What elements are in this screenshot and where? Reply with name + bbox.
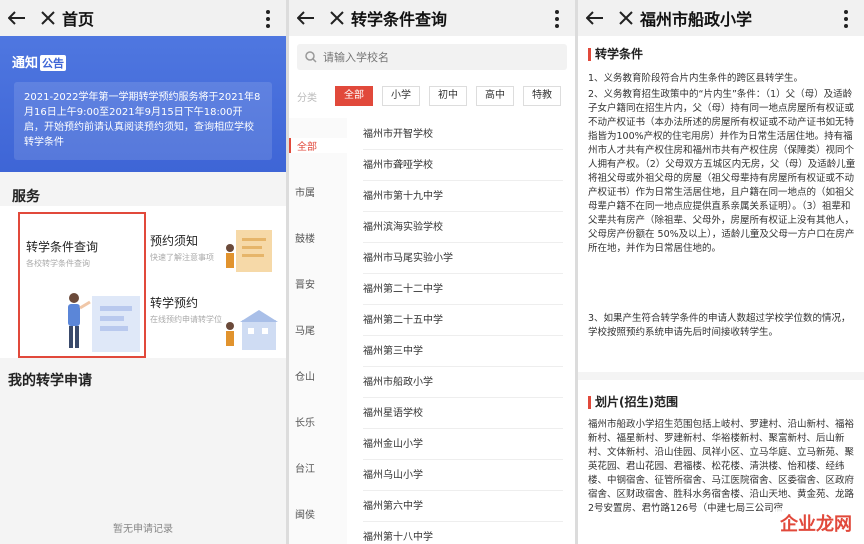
search-bar[interactable] (297, 44, 567, 70)
notice-tag: 公告 (40, 55, 67, 71)
district-item-all[interactable]: 全部 (289, 138, 347, 153)
screenshot-composite: 首页 通知 公告 2021-2022学年第一学期转学预约服务将于2021年8月16… (0, 0, 864, 544)
chip-senior[interactable]: 高中 (476, 86, 514, 106)
close-icon (41, 11, 55, 25)
section-heading: 划片(招生)范围 (588, 396, 678, 409)
service-label: 转学预约 (150, 296, 199, 310)
school-building-illustration-icon (226, 310, 278, 350)
district-item[interactable]: 马尾 (289, 322, 347, 337)
filter-label: 分类 (297, 93, 317, 104)
school-list-item[interactable]: 福州滨海实验学校 (363, 213, 563, 243)
school-list-item[interactable]: 福州乌山小学 (363, 461, 563, 491)
school-list-item[interactable]: 福州市开智学校 (363, 120, 563, 150)
back-button[interactable] (0, 0, 34, 36)
condition-item: 2、义务教育招生政策中的“片内生”条件：（1）父（母）及适龄子女户籍同在招生片内… (588, 89, 856, 254)
school-list-item[interactable]: 福州金山小学 (363, 430, 563, 460)
district-item[interactable]: 鼓楼 (289, 230, 347, 245)
district-item[interactable]: 晋安 (289, 276, 347, 291)
service-sublabel: 在线预约申请转学位 (150, 315, 222, 324)
chip-junior[interactable]: 初中 (429, 86, 467, 106)
condition-item: 1、义务教育阶段符合片内生条件的跨区县转学生。 (588, 73, 804, 84)
page-title: 福州市船政小学 (640, 10, 753, 29)
school-list-item[interactable]: 福州第二十二中学 (363, 275, 563, 305)
watermark-logo: 企业龙网 (774, 508, 858, 538)
document-illustration-icon (226, 230, 272, 272)
close-icon (619, 11, 633, 25)
school-list-item[interactable]: 福州市船政小学 (363, 368, 563, 398)
school-list-item[interactable]: 福州市第十九中学 (363, 182, 563, 212)
transfer-conditions-card: 转学条件 1、义务教育阶段符合片内生条件的跨区县转学生。 2、义务教育招生政策中… (578, 36, 864, 372)
district-item[interactable]: 闽侯 (289, 506, 347, 521)
school-list-item[interactable]: 福州第十八中学 (363, 523, 563, 544)
search-input[interactable] (323, 50, 543, 64)
enrollment-area-text: 福州市船政小学招生范围包括上岐村、罗建村、沿山新村、福裕新村、福星新村、罗建新村… (588, 419, 855, 514)
school-list-item[interactable]: 福州第二十五中学 (363, 306, 563, 336)
district-item[interactable]: 仓山 (289, 368, 347, 383)
district-item[interactable]: 长乐 (289, 414, 347, 429)
arrow-left-icon (586, 11, 603, 25)
chip-all[interactable]: 全部 (335, 86, 373, 106)
more-menu-button[interactable] (842, 8, 850, 28)
service-label: 预约须知 (150, 234, 199, 248)
service-sublabel: 快速了解注意事项 (150, 253, 214, 262)
close-icon (330, 11, 344, 25)
close-button[interactable] (34, 0, 62, 36)
notice-heading: 通知 公告 (12, 52, 67, 71)
condition-item: 3、如果产生符合转学条件的申请人数超过学校学位数的情况，学校按照预约系统申请先后… (588, 313, 851, 338)
more-menu-button[interactable] (553, 8, 561, 28)
top-bar: 福州市船政小学 (578, 0, 864, 36)
service-transfer-conditions[interactable]: 转学条件查询 各校转学条件查询 (18, 212, 146, 358)
back-button[interactable] (289, 0, 323, 36)
arrow-left-icon (297, 11, 314, 25)
service-sublabel: 各校转学条件查询 (26, 259, 90, 268)
school-list-item[interactable]: 福州星语学校 (363, 399, 563, 429)
home-panel: 首页 通知 公告 2021-2022学年第一学期转学预约服务将于2021年8月16… (0, 0, 286, 544)
section-heading: 转学条件 (588, 48, 643, 61)
top-bar: 转学条件查询 (289, 0, 575, 36)
close-button[interactable] (323, 0, 351, 36)
district-item[interactable]: 市属 (289, 184, 347, 199)
chip-special[interactable]: 特教 (523, 86, 561, 106)
notice-banner: 通知 公告 2021-2022学年第一学期转学预约服务将于2021年8月16日上午… (0, 36, 286, 172)
more-menu-button[interactable] (264, 8, 272, 28)
notice-label: 通知 (12, 56, 39, 71)
services-card: 转学条件查询 各校转学条件查询 预约须知 快速了解注意事项 转学预约 在线预约申… (0, 206, 286, 358)
filter-row: 分类 全部 小学 初中 高中 特教 (289, 86, 575, 106)
school-list-panel: 转学条件查询 分类 全部 小学 初中 高中 特教 全部 市属 鼓楼 晋安 马尾 … (289, 0, 575, 544)
my-applications-heading: 我的转学申请 (8, 373, 92, 389)
school-list-item[interactable]: 福州市聋哑学校 (363, 151, 563, 181)
district-sidebar: 全部 市属 鼓楼 晋安 马尾 仓山 长乐 台江 闽侯 (289, 118, 347, 544)
back-button[interactable] (578, 0, 612, 36)
empty-state-text: 暂无申请记录 (113, 524, 173, 535)
school-list-item[interactable]: 福州市马尾实验小学 (363, 244, 563, 274)
student-illustration-icon (68, 293, 140, 352)
close-button[interactable] (612, 0, 640, 36)
top-bar: 首页 (0, 0, 286, 36)
search-icon (305, 51, 317, 63)
notice-text[interactable]: 2021-2022学年第一学期转学预约服务将于2021年8月16日上午9:00至… (14, 82, 272, 160)
services-heading: 服务 (12, 189, 40, 205)
district-item[interactable]: 台江 (289, 460, 347, 475)
school-detail-panel: 福州市船政小学 转学条件 1、义务教育阶段符合片内生条件的跨区县转学生。 2、义… (578, 0, 864, 544)
service-transfer-booking[interactable]: 转学预约 在线预约申请转学位 (150, 286, 280, 356)
arrow-left-icon (8, 11, 25, 25)
page-title: 转学条件查询 (351, 10, 448, 29)
chip-primary[interactable]: 小学 (382, 86, 420, 106)
page-title: 首页 (62, 10, 95, 29)
school-list-item[interactable]: 福州第三中学 (363, 337, 563, 367)
service-label: 转学条件查询 (26, 240, 99, 254)
school-list-item[interactable]: 福州第六中学 (363, 492, 563, 522)
service-booking-notice[interactable]: 预约须知 快速了解注意事项 (150, 212, 280, 280)
